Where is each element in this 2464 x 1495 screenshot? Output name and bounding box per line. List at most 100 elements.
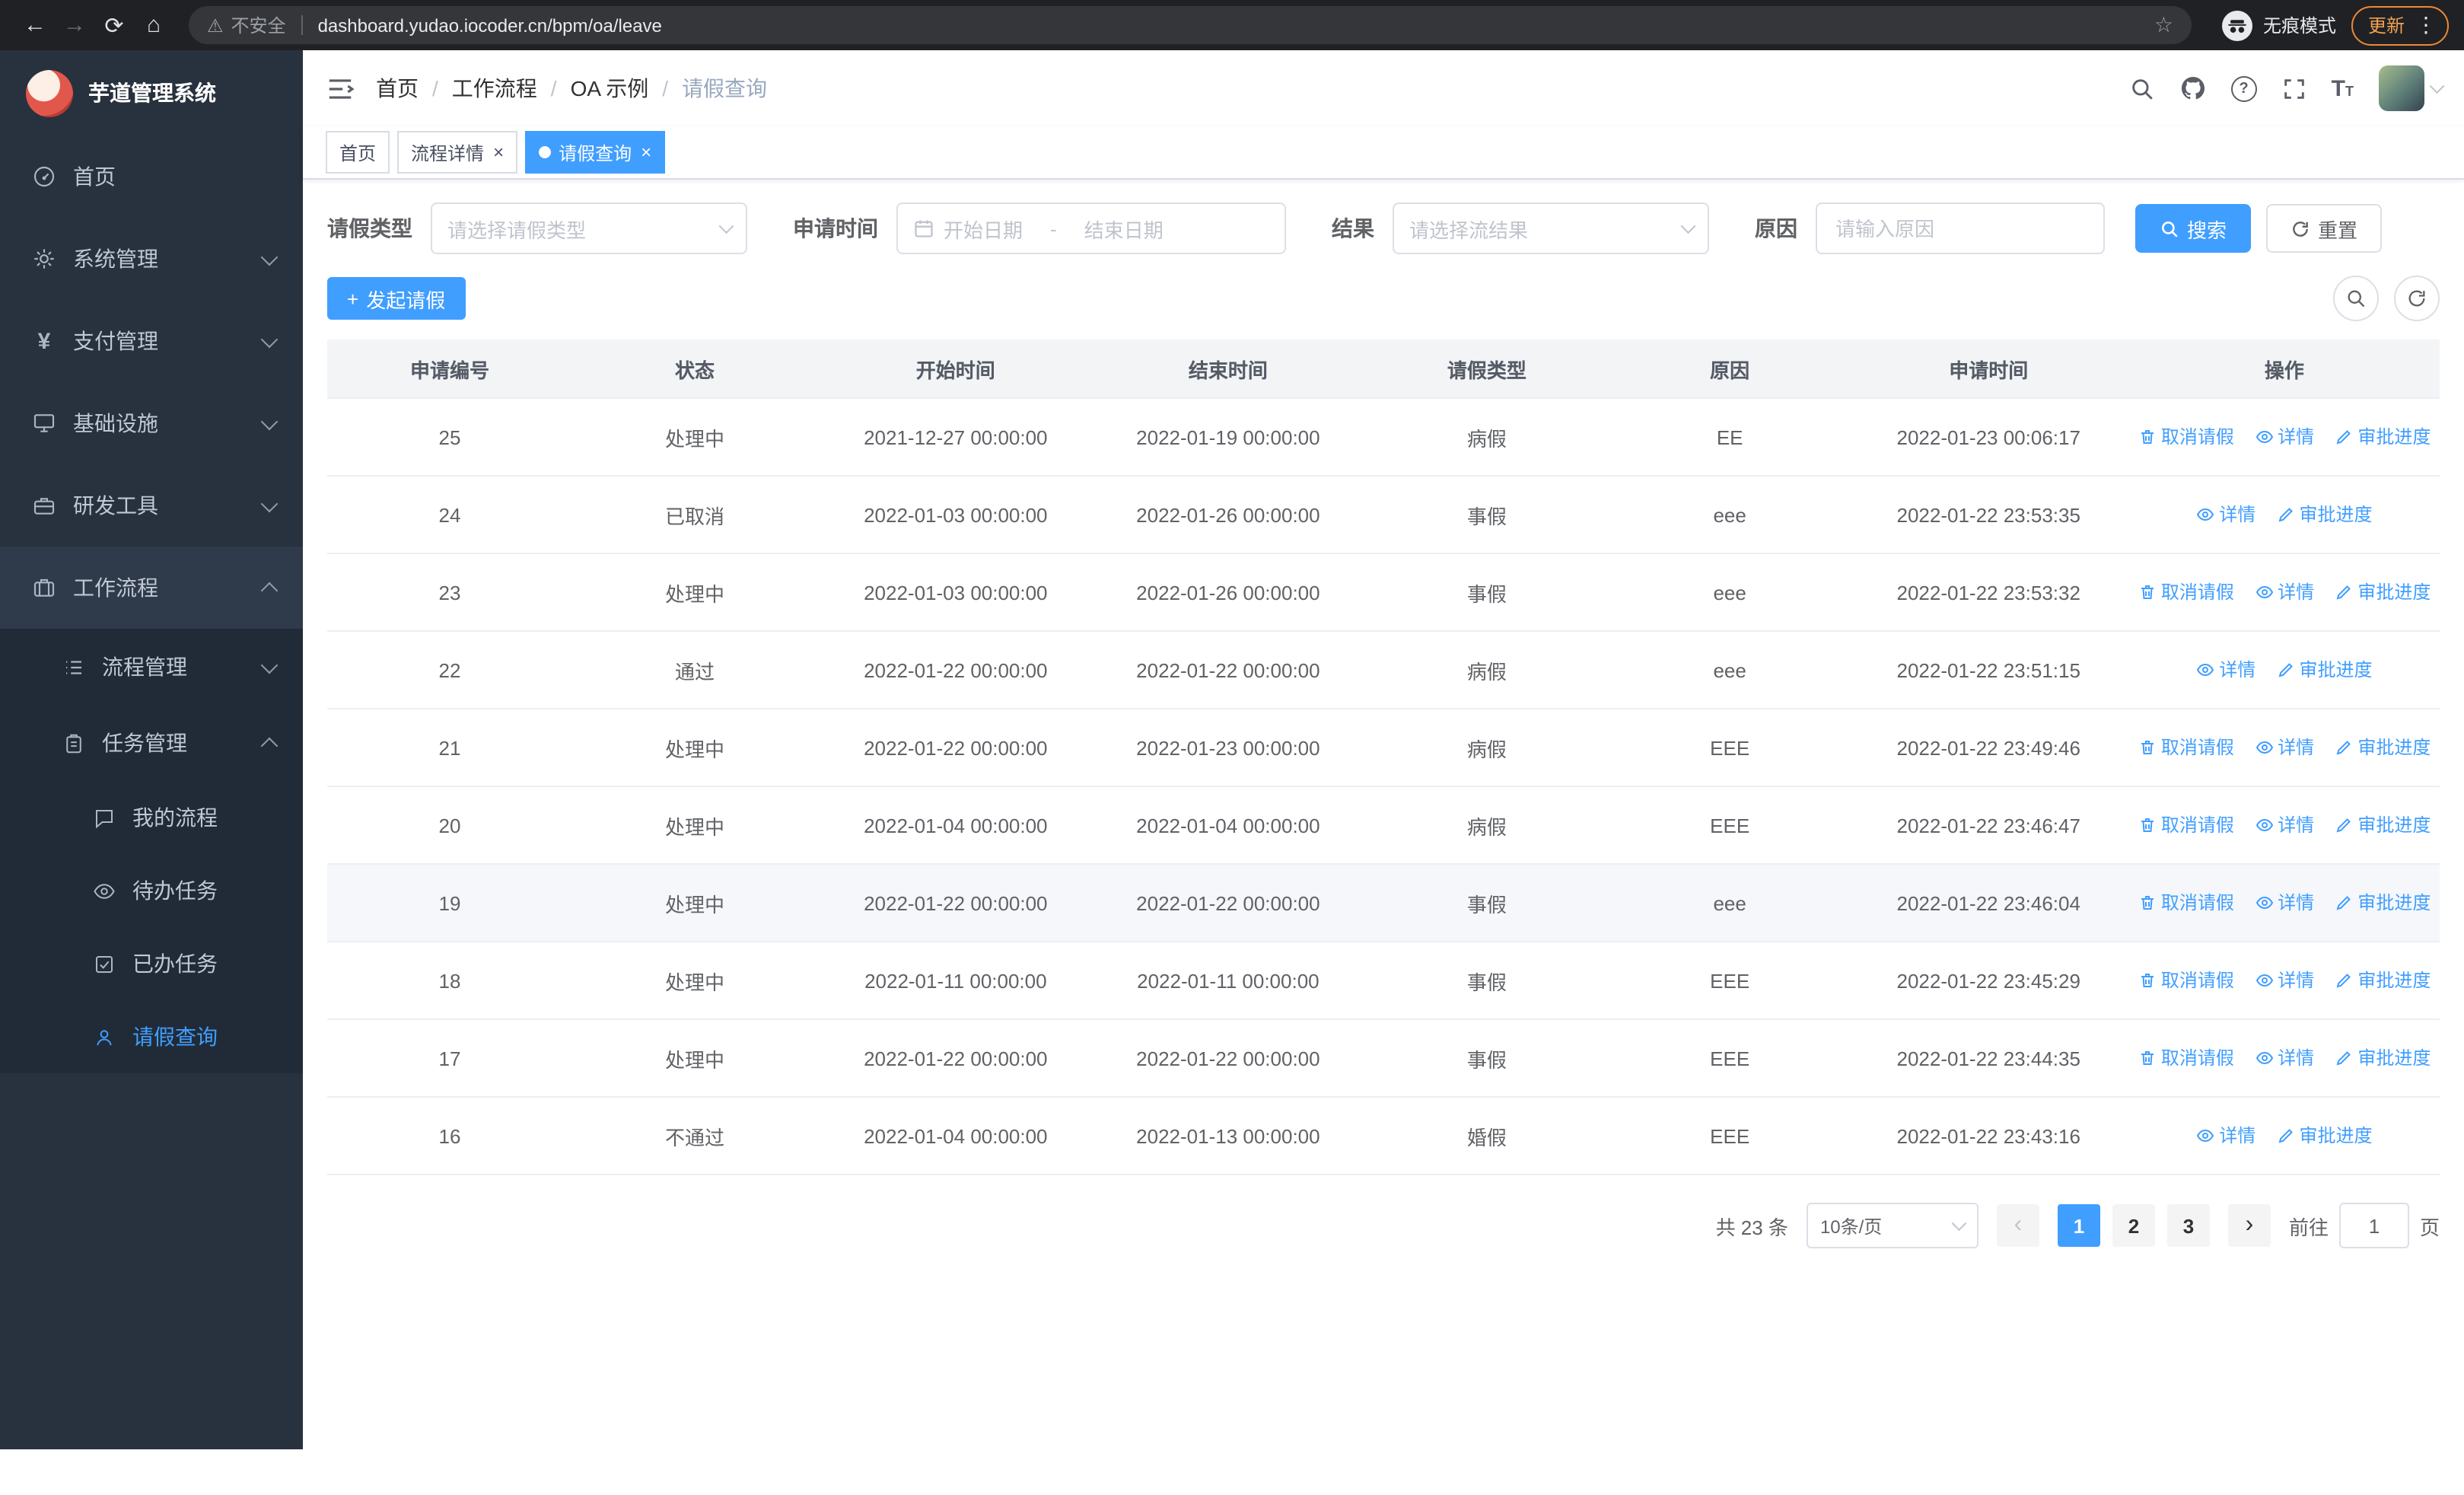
approval-progress-link[interactable]: 审批进度 [2335,1045,2431,1071]
toggle-search-icon[interactable] [2333,276,2379,321]
table-row[interactable]: 25 处理中 2021-12-27 00:00:00 2022-01-19 00… [327,398,2440,477]
cancel-leave-link[interactable]: 取消请假 [2138,812,2234,838]
page-button[interactable]: 1 [2057,1204,2100,1247]
detail-link[interactable]: 详情 [2196,1123,2255,1149]
cancel-leave-link[interactable]: 取消请假 [2138,1045,2234,1071]
view-tab[interactable]: 首页 [326,131,390,174]
detail-link[interactable]: 详情 [2196,657,2255,683]
approval-progress-link[interactable]: 审批进度 [2335,579,2431,605]
sidebar-item-infrastructure[interactable]: 基础设施 [0,382,303,464]
help-icon[interactable]: ? [2230,75,2257,101]
chrome-menu-icon[interactable]: ⋮ [2411,12,2441,38]
sidebar-item-process-management[interactable]: 流程管理 [0,629,303,705]
detail-link[interactable]: 详情 [2255,967,2314,993]
refresh-table-icon[interactable] [2394,276,2440,321]
cancel-leave-link[interactable]: 取消请假 [2138,735,2234,760]
back-icon[interactable]: ← [15,5,55,45]
table-row[interactable]: 22 通过 2022-01-22 00:00:00 2022-01-22 00:… [327,631,2440,709]
leave-type-select[interactable]: 请选择请假类型 [431,202,747,254]
cell-apply-id: 19 [327,864,572,942]
table-row[interactable]: 21 处理中 2022-01-22 00:00:00 2022-01-23 00… [327,709,2440,787]
detail-link[interactable]: 详情 [2196,502,2255,528]
detail-link[interactable]: 详情 [2255,735,2314,760]
breadcrumb-item[interactable]: OA 示例 [571,73,649,104]
chrome-update-button[interactable]: 更新 ⋮ [2351,5,2449,45]
security-warning[interactable]: ⚠ 不安全 [207,12,286,38]
sidebar-item-payment[interactable]: ¥ 支付管理 [0,300,303,382]
breadcrumb-item[interactable]: 工作流程 [452,73,537,104]
collapse-sidebar-icon[interactable] [326,74,355,103]
table-row[interactable]: 16 不通过 2022-01-04 00:00:00 2022-01-13 00… [327,1097,2440,1175]
create-leave-button[interactable]: + 发起请假 [327,277,466,320]
cell-operations: 详情 审批进度 [2128,631,2440,709]
search-button[interactable]: 搜索 [2135,204,2252,253]
table-row[interactable]: 20 处理中 2022-01-04 00:00:00 2022-01-04 00… [327,786,2440,865]
cell-reason: EE [1611,398,1848,477]
sidebar-item-system[interactable]: 系统管理 [0,218,303,300]
detail-link[interactable]: 详情 [2255,890,2314,916]
page-size-select[interactable]: 10条/页 [1806,1203,1979,1248]
avatar[interactable] [2378,65,2424,111]
cancel-leave-link[interactable]: 取消请假 [2138,890,2234,916]
url-text[interactable]: dashboard.yudao.iocoder.cn/bpm/oa/leave [318,14,662,36]
cancel-leave-link[interactable]: 取消请假 [2138,579,2234,605]
approval-progress-link[interactable]: 审批进度 [2277,657,2373,683]
warning-icon: ⚠ [207,14,224,36]
approval-progress-link[interactable]: 审批进度 [2335,735,2431,760]
detail-link[interactable]: 详情 [2255,579,2314,605]
table-row[interactable]: 19 处理中 2022-01-22 00:00:00 2022-01-22 00… [327,864,2440,942]
leave-type-label: 请假类型 [327,216,412,241]
reset-button[interactable]: 重置 [2266,204,2383,253]
sidebar-item-task-management[interactable]: 任务管理 [0,705,303,781]
prev-page-button[interactable]: ‹ [1996,1204,2039,1247]
home-icon[interactable]: ⌂ [134,5,173,45]
forward-icon[interactable]: → [55,5,94,45]
font-size-icon[interactable]: TT [2332,77,2354,100]
approval-progress-link[interactable]: 审批进度 [2277,1123,2373,1149]
view-tab[interactable]: 流程详情 × [397,131,518,174]
cancel-leave-link[interactable]: 取消请假 [2138,967,2234,993]
sidebar-item-todo-tasks[interactable]: 待办任务 [0,854,303,927]
result-select[interactable]: 请选择流结果 [1393,202,1709,254]
sidebar-item-home[interactable]: 首页 [0,135,303,218]
breadcrumb-item[interactable]: 首页 [376,73,419,104]
approval-progress-link[interactable]: 审批进度 [2335,812,2431,838]
user-menu[interactable] [2378,65,2443,111]
sidebar-item-workflow[interactable]: 工作流程 [0,547,303,629]
approval-progress-link[interactable]: 审批进度 [2277,502,2373,528]
fullscreen-icon[interactable] [2281,75,2307,101]
apply-time-range-picker[interactable]: 开始日期 - 结束日期 [896,202,1286,254]
col-reason: 原因 [1611,339,1848,399]
table-row[interactable]: 23 处理中 2022-01-03 00:00:00 2022-01-26 00… [327,553,2440,632]
table-row[interactable]: 24 已取消 2022-01-03 00:00:00 2022-01-26 00… [327,476,2440,554]
sidebar-item-devtools[interactable]: 研发工具 [0,464,303,547]
app-title: 芋道管理系统 [88,81,216,105]
address-bar[interactable]: ⚠ 不安全 dashboard.yudao.iocoder.cn/bpm/oa/… [189,6,2192,44]
reason-input[interactable] [1832,215,2088,241]
approval-progress-link[interactable]: 审批进度 [2335,967,2431,993]
reload-icon[interactable]: ⟳ [94,5,134,45]
detail-link[interactable]: 详情 [2255,1045,2314,1071]
table-row[interactable]: 17 处理中 2022-01-22 00:00:00 2022-01-22 00… [327,1019,2440,1098]
goto-page-input[interactable] [2338,1203,2409,1248]
sidebar-item-done-tasks[interactable]: 已办任务 [0,927,303,1000]
table-row[interactable]: 18 处理中 2022-01-11 00:00:00 2022-01-11 00… [327,942,2440,1020]
page-button[interactable]: 3 [2166,1204,2210,1247]
leave-table: 申请编号 状态 开始时间 结束时间 请假类型 原因 申请时间 操作 25 处理中… [327,339,2440,1175]
detail-link[interactable]: 详情 [2255,424,2314,450]
app-logo[interactable]: 芋道管理系统 [0,50,303,135]
close-icon[interactable]: × [641,143,651,161]
detail-link[interactable]: 详情 [2255,812,2314,838]
approval-progress-link[interactable]: 审批进度 [2335,424,2431,450]
view-tab[interactable]: 请假查询 × [525,131,666,174]
bookmark-star-icon[interactable]: ☆ [2154,12,2173,38]
sidebar-item-leave-query[interactable]: 请假查询 [0,1000,303,1073]
approval-progress-link[interactable]: 审批进度 [2335,890,2431,916]
sidebar-item-my-processes[interactable]: 我的流程 [0,781,303,854]
page-button[interactable]: 2 [2112,1204,2155,1247]
close-icon[interactable]: × [493,143,504,161]
github-icon[interactable] [2179,75,2207,102]
search-icon[interactable] [2129,75,2155,101]
next-page-button[interactable]: › [2227,1204,2271,1247]
cancel-leave-link[interactable]: 取消请假 [2138,424,2234,450]
